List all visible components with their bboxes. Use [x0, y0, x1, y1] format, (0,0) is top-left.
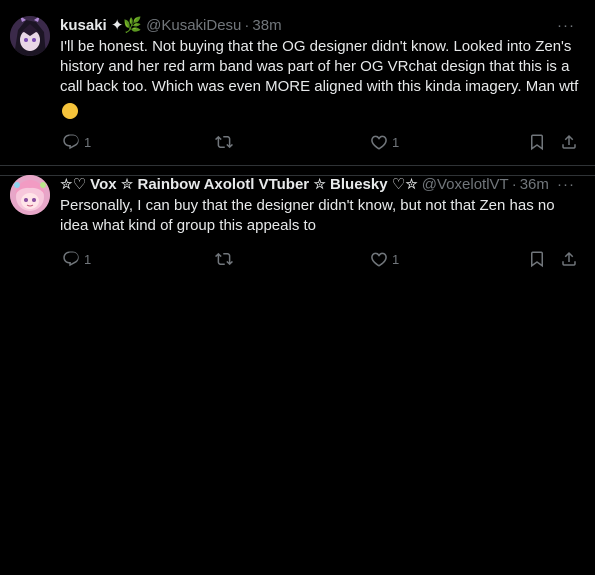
reply-feed: kusaki ✦🌿 @KusakiDesu · 38m ··· I'll be … [0, 0, 595, 268]
tweet-actions: 1 1 [60, 250, 579, 270]
more-options-icon[interactable]: ··· [557, 175, 575, 195]
reply-count: 1 [84, 251, 92, 267]
avatar[interactable] [10, 175, 50, 215]
like-count: 1 [392, 251, 400, 267]
display-name[interactable]: ✮♡ Vox ✮ Rainbow Axolotl VTuber ✮ Bluesk… [60, 175, 418, 195]
share-button[interactable] [560, 250, 578, 268]
reply-tweet[interactable]: ✮♡ Vox ✮ Rainbow Axolotl VTuber ✮ Bluesk… [0, 0, 595, 268]
like-button[interactable]: 1 [370, 250, 399, 268]
heart-icon [371, 252, 387, 267]
handle[interactable]: @VoxelotlVT [422, 175, 509, 195]
retweet-icon [215, 252, 233, 266]
share-icon [562, 251, 576, 266]
tweet-text: Personally, I can buy that the designer … [60, 197, 559, 234]
retweet-button[interactable] [215, 250, 237, 268]
timestamp[interactable]: 36m [520, 175, 549, 195]
bookmark-button[interactable] [528, 250, 546, 268]
reply-button[interactable]: 1 [62, 250, 91, 268]
separator-dot: · [511, 176, 517, 193]
bookmark-icon [531, 251, 543, 268]
tweet-header: ✮♡ Vox ✮ Rainbow Axolotl VTuber ✮ Bluesk… [60, 175, 579, 195]
reply-icon [63, 251, 79, 267]
